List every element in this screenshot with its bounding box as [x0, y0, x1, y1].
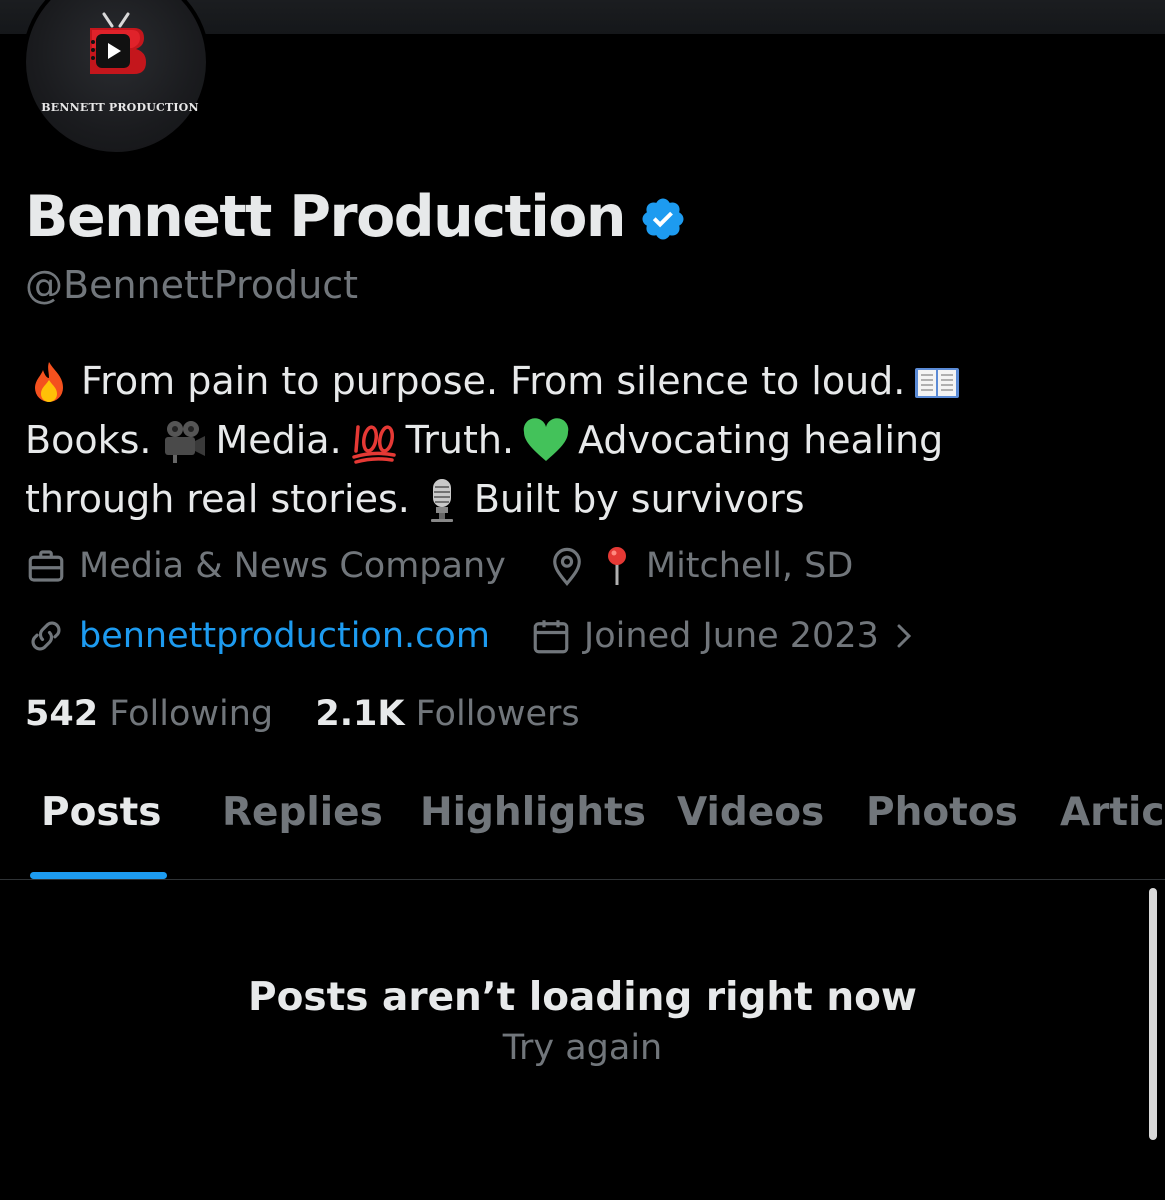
following-label: Following — [109, 694, 274, 734]
bio-text-books: Books. — [25, 418, 152, 462]
profile-tabs: Posts Replies Highlights Videos Photos A… — [0, 790, 1165, 880]
movie-camera-emoji-icon — [165, 420, 206, 463]
name-row: Bennett Production — [25, 184, 687, 250]
followers-label: Followers — [415, 694, 580, 734]
bio-text-survivors: Built by survivors — [473, 477, 805, 521]
empty-state-title: Posts aren’t loading right now — [248, 975, 917, 1020]
tab-videos[interactable]: Videos — [677, 790, 824, 835]
display-name: Bennett Production — [25, 184, 627, 250]
joined-label[interactable]: Joined June 2023 — [584, 616, 879, 656]
location-label: Mitchell, SD — [645, 546, 854, 586]
bio-text-media: Media. — [215, 418, 342, 462]
bio: From pain to purpose. From silence to lo… — [25, 352, 1135, 529]
tab-highlights[interactable]: Highlights — [420, 790, 646, 835]
chevron-right-icon[interactable] — [893, 618, 917, 654]
green-heart-emoji-icon — [523, 417, 569, 461]
followers-count: 2.1K — [315, 694, 405, 734]
tab-posts[interactable]: Posts — [41, 790, 161, 835]
round-pushpin-emoji-icon — [600, 545, 634, 587]
fire-emoji-icon — [35, 361, 63, 402]
website-link[interactable]: bennettproduction.com — [79, 616, 490, 656]
profile-meta-row-2: bennettproduction.com Joined June 2023 — [25, 615, 929, 657]
category-label: Media & News Company — [79, 546, 506, 586]
avatar-image: BENNETT PRODUCTION — [26, 0, 206, 152]
profile-page: BENNETT PRODUCTION Bennett Production @B… — [0, 0, 1165, 1200]
bio-text-advocating: Advocating healing — [578, 418, 944, 462]
avatar[interactable]: BENNETT PRODUCTION — [22, 0, 210, 156]
handle: @BennettProduct — [25, 263, 359, 307]
location-pin-icon — [546, 545, 588, 587]
calendar-icon — [530, 615, 572, 657]
following-count: 542 — [25, 694, 99, 734]
bio-line-2: Books. Media. Truth. Advocating healing — [25, 411, 1135, 470]
briefcase-icon — [25, 545, 67, 587]
tab-replies[interactable]: Replies — [222, 790, 383, 835]
hundred-points-emoji-icon — [351, 424, 396, 464]
scrollbar[interactable] — [1149, 888, 1157, 1140]
bio-line-1: From pain to purpose. From silence to lo… — [25, 352, 1135, 411]
link-icon — [25, 615, 67, 657]
microphone-emoji-icon — [430, 478, 453, 522]
bio-text-stories: through real stories. — [25, 477, 410, 521]
profile-meta-row-1: Media & News Company Mitchell, SD — [25, 545, 853, 587]
bio-text-1: From pain to purpose. From silence to lo… — [81, 359, 906, 403]
verified-badge-icon[interactable] — [639, 195, 687, 243]
tv-logo-icon — [90, 12, 146, 74]
follow-stats: 542 Following 2.1K Followers — [25, 694, 580, 734]
tab-articles[interactable]: Articles — [1060, 790, 1165, 835]
following-link[interactable]: 542 Following — [25, 694, 284, 734]
tab-photos[interactable]: Photos — [866, 790, 1018, 835]
open-book-emoji-icon — [915, 367, 960, 398]
active-tab-indicator — [30, 872, 167, 879]
followers-link[interactable]: 2.1K Followers — [315, 694, 579, 734]
bio-text-truth: Truth. — [405, 418, 515, 462]
logo-text: BENNETT PRODUCTION — [41, 101, 199, 114]
bio-line-3: through real stories. Built by survivors — [25, 470, 1135, 529]
try-again-button[interactable]: Try again — [0, 1028, 1165, 1068]
